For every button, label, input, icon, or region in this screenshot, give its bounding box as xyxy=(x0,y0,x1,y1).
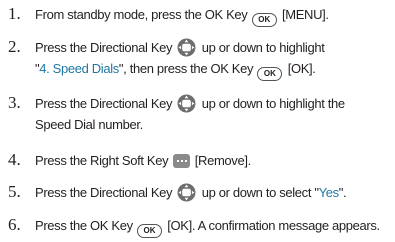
menu-item-highlight: 4. Speed Dials xyxy=(39,61,119,76)
step-number: 5. xyxy=(8,182,21,201)
step-number: 4. xyxy=(8,150,21,169)
step-text: Press the Directional Key up or down to … xyxy=(35,183,347,202)
step-number: 3. xyxy=(8,93,21,112)
step-text: Press the Right Soft Key [Remove]. xyxy=(35,153,251,168)
step-number: 6. xyxy=(8,215,21,234)
ok-key-icon: OK xyxy=(251,13,277,27)
directional-key-icon xyxy=(177,183,196,202)
ok-key-icon: OK xyxy=(257,67,283,81)
directional-key-icon xyxy=(177,94,196,113)
step-text: Press the OK Key OK [OK]. A confirmation… xyxy=(35,215,391,238)
instruction-list: 1. From standby mode, press the OK Key O… xyxy=(0,0,395,242)
step-text: Press the Directional Key up or down to … xyxy=(35,37,391,81)
directional-key-icon xyxy=(177,38,196,57)
ok-key-icon: OK xyxy=(137,224,162,238)
step-text: Press the Directional Key up or down to … xyxy=(35,94,345,132)
step-number: 2. xyxy=(8,37,21,56)
right-soft-key-icon xyxy=(172,154,190,168)
step-text: From standby mode, press the OK Key OK [… xyxy=(35,4,391,27)
option-highlight: Yes xyxy=(318,185,340,200)
step-number: 1. xyxy=(8,4,21,23)
